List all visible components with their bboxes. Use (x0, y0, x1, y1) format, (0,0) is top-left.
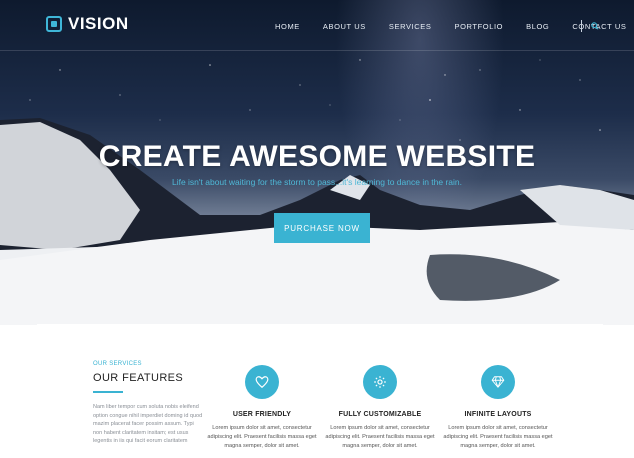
top-navigation: VISION HOME ABOUT US SERVICES PORTFOLIO … (0, 0, 634, 51)
services-description: Nam liber tempor cum soluta nobis eleife… (93, 404, 203, 445)
hero-subline: Life isn't about waiting for the storm t… (171, 177, 463, 187)
feature-card-infinite-layouts: INFINITE LAYOUTS Lorem ipsum dolor sit a… (443, 365, 553, 450)
nav-item-home[interactable]: HOME (275, 22, 300, 31)
diamond-icon (481, 365, 515, 399)
features-section: OUR SERVICES OUR FEATURES Nam liber temp… (0, 325, 634, 458)
nav-item-portfolio[interactable]: PORTFOLIO (455, 22, 504, 31)
brand-name: VISION (68, 14, 129, 33)
features-title: OUR FEATURES (93, 372, 184, 384)
feature-text: Lorem ipsum dolor sit amet, consectetur … (325, 425, 435, 449)
menu-separator (581, 20, 582, 32)
logo-icon (46, 16, 62, 32)
hero-section: VISION HOME ABOUT US SERVICES PORTFOLIO … (0, 0, 634, 325)
feature-text: Lorem ipsum dolor sit amet, consectetur … (443, 425, 553, 449)
feature-title: INFINITE LAYOUTS (464, 411, 532, 418)
title-underline (93, 391, 123, 393)
services-label: OUR SERVICES (93, 361, 142, 367)
feature-card-user-friendly: USER FRIENDLY Lorem ipsum dolor sit amet… (207, 365, 317, 450)
feature-card-fully-customizable: FULLY CUSTOMIZABLE Lorem ipsum dolor sit… (325, 365, 435, 450)
nav-item-about-us[interactable]: ABOUT US (323, 22, 366, 31)
search-icon[interactable] (591, 22, 599, 30)
feature-title: USER FRIENDLY (232, 411, 292, 418)
brand-logo[interactable]: VISION (46, 14, 129, 34)
purchase-now-button[interactable]: PURCHASE NOW (274, 213, 370, 243)
heart-icon (245, 365, 279, 399)
nav-item-blog[interactable]: BLOG (526, 22, 549, 31)
nav-item-services[interactable]: SERVICES (389, 22, 432, 31)
feature-title: FULLY CUSTOMIZABLE (338, 411, 422, 418)
feature-text: Lorem ipsum dolor sit amet, consectetur … (207, 425, 317, 449)
gear-icon (363, 365, 397, 399)
hero-headline: CREATE AWESOME WEBSITE (98, 140, 536, 173)
